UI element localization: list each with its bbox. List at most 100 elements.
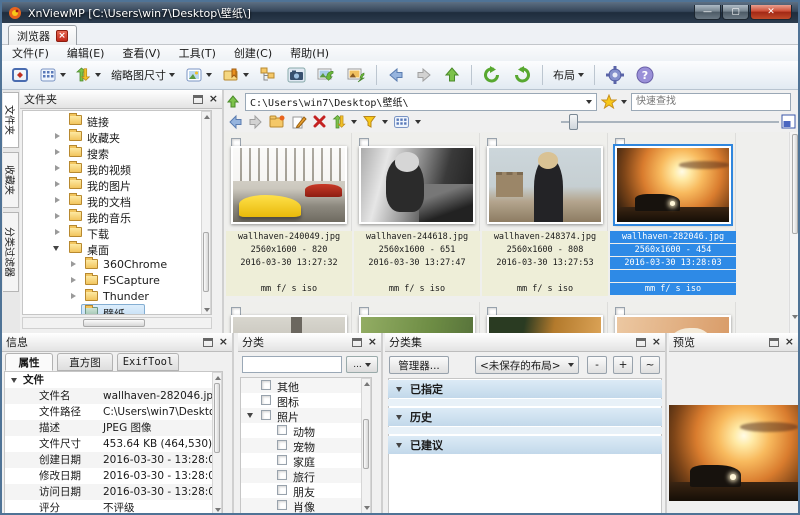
- favorites-star-icon[interactable]: [601, 94, 617, 109]
- float-panel-icon[interactable]: [203, 338, 213, 347]
- browser-sort-caret[interactable]: [351, 120, 357, 124]
- thumbnail-vscrollbar[interactable]: [789, 132, 800, 333]
- hierarchy-button[interactable]: [256, 63, 280, 87]
- tab-properties[interactable]: 属性: [5, 353, 53, 371]
- thumbnail-cell-7[interactable]: [482, 302, 608, 333]
- minimize-button[interactable]: —: [694, 5, 721, 20]
- address-up-icon[interactable]: [225, 94, 241, 110]
- manager-button[interactable]: 管理器...: [389, 356, 449, 374]
- float-panel-icon[interactable]: [193, 95, 203, 104]
- folder-item-favorites[interactable]: 收藏夹: [23, 128, 211, 144]
- category-other[interactable]: 其他: [241, 378, 371, 393]
- close-panel-icon[interactable]: ×: [209, 94, 218, 104]
- close-panel-icon[interactable]: ×: [652, 337, 661, 347]
- category-filter-input[interactable]: [242, 356, 342, 373]
- tab-browser[interactable]: 浏览器 ×: [8, 25, 77, 45]
- tilde-button[interactable]: ~: [640, 356, 660, 374]
- menu-help[interactable]: 帮助(H): [290, 45, 329, 61]
- folder-item-downloads[interactable]: 下载: [23, 224, 211, 240]
- side-tab-favorites[interactable]: 收藏夹: [3, 152, 19, 208]
- edit-icon[interactable]: [291, 114, 307, 129]
- menu-view[interactable]: 查看(V): [122, 45, 160, 61]
- folder-item-my-documents[interactable]: 我的文档: [23, 192, 211, 208]
- tab-close-icon[interactable]: ×: [56, 30, 68, 42]
- category-travel[interactable]: 旅行: [241, 468, 371, 483]
- thumb-size-slider-track[interactable]: [561, 121, 779, 123]
- layout-button[interactable]: 布局: [550, 63, 587, 87]
- browser-back-icon[interactable]: [227, 114, 243, 130]
- section-assigned[interactable]: 已指定: [388, 380, 662, 398]
- rotate-cw-button[interactable]: [509, 63, 535, 87]
- float-panel-icon[interactable]: [769, 338, 779, 347]
- folder-tree-vscrollbar[interactable]: [201, 111, 211, 315]
- forward-button[interactable]: [412, 63, 436, 87]
- folder-item-search[interactable]: 搜索: [23, 144, 211, 160]
- side-tab-category-filter[interactable]: 分类过滤器: [3, 212, 19, 292]
- browser-sort-icon[interactable]: [332, 114, 346, 130]
- back-button[interactable]: [384, 63, 408, 87]
- new-folder-icon[interactable]: [269, 114, 286, 129]
- filter-funnel-icon[interactable]: [362, 114, 377, 129]
- category-photos[interactable]: 照片: [241, 408, 371, 423]
- maximize-button[interactable]: ▢: [722, 5, 749, 20]
- close-panel-icon[interactable]: ×: [785, 337, 794, 347]
- thumbnail-cell-6[interactable]: [354, 302, 480, 333]
- folder-tree-hscrollbar[interactable]: [22, 317, 212, 329]
- add-set-button[interactable]: +: [613, 356, 633, 374]
- filter-caret[interactable]: [382, 120, 388, 124]
- category-friends[interactable]: 朋友: [241, 483, 371, 498]
- folder-item-my-pictures[interactable]: 我的图片: [23, 176, 211, 192]
- address-path-combo[interactable]: C:\Users\win7\Desktop\壁纸\: [245, 93, 597, 111]
- slideshow-button[interactable]: [182, 63, 215, 87]
- folder-item-my-music[interactable]: 我的音乐: [23, 208, 211, 224]
- thumbnail-cell-4-selected[interactable]: wallhaven-282046.jpg2560x1600 - 4542016-…: [610, 133, 736, 296]
- settings-button[interactable]: [602, 63, 628, 87]
- category-more-button[interactable]: ...: [346, 356, 378, 373]
- category-family[interactable]: 家庭: [241, 453, 371, 468]
- delete-icon[interactable]: [312, 114, 327, 129]
- browser-view-caret[interactable]: [415, 120, 421, 124]
- export-button[interactable]: [343, 63, 369, 87]
- close-panel-icon[interactable]: ×: [219, 337, 228, 347]
- panel-toggle-icon[interactable]: [781, 114, 796, 129]
- camera-import-button[interactable]: [284, 63, 309, 87]
- menu-edit[interactable]: 编辑(E): [67, 45, 105, 61]
- folder-item-links[interactable]: 链接: [23, 112, 211, 128]
- rotate-ccw-button[interactable]: [479, 63, 505, 87]
- folder-item-my-videos[interactable]: 我的视频: [23, 160, 211, 176]
- layout-combo[interactable]: <未保存的布局>: [475, 356, 579, 374]
- thumbnail-cell-1[interactable]: wallhaven-240049.jpg2560x1600 - 8202016-…: [226, 133, 352, 296]
- thumbnail-cell-3[interactable]: wallhaven-248374.jpg2560x1600 - 8082016-…: [482, 133, 608, 296]
- remove-set-button[interactable]: -: [587, 356, 607, 374]
- thumb-size-slider-knob[interactable]: [569, 114, 578, 130]
- help-button[interactable]: ?: [632, 63, 658, 87]
- title-bar[interactable]: XnViewMP [C:\Users\win7\Desktop\壁纸\] — ▢…: [2, 2, 798, 23]
- menu-file[interactable]: 文件(F): [12, 45, 49, 61]
- thumbnail-cell-2[interactable]: wallhaven-244618.jpg2560x1600 - 6512016-…: [354, 133, 480, 296]
- category-vscrollbar[interactable]: [361, 378, 371, 514]
- favorites-caret[interactable]: [621, 100, 627, 104]
- folder-item-360chrome[interactable]: 360Chrome: [23, 256, 211, 272]
- quick-search-input[interactable]: [631, 93, 791, 111]
- up-button[interactable]: [440, 63, 464, 87]
- section-suggested[interactable]: 已建议: [388, 436, 662, 454]
- folder-item-desktop[interactable]: 桌面: [23, 240, 211, 256]
- folder-item-thunder[interactable]: Thunder: [23, 288, 211, 304]
- tab-exiftool[interactable]: ExifTool: [117, 353, 179, 371]
- close-panel-icon[interactable]: ×: [368, 337, 377, 347]
- info-vscrollbar[interactable]: [212, 372, 222, 515]
- import-button[interactable]: [313, 63, 339, 87]
- float-panel-icon[interactable]: [636, 338, 646, 347]
- side-tab-folders[interactable]: 文件夹: [3, 92, 19, 148]
- category-portrait[interactable]: 肖像: [241, 498, 371, 513]
- fullscreen-button[interactable]: [8, 63, 32, 87]
- view-mode-button[interactable]: [36, 63, 69, 87]
- folder-item-fscapture[interactable]: FSCapture: [23, 272, 211, 288]
- browser-view-icon[interactable]: [393, 114, 410, 130]
- category-pets[interactable]: 宠物: [241, 438, 371, 453]
- thumbnail-cell-8[interactable]: [610, 302, 736, 333]
- folder-item-wallpaper-selected[interactable]: 壁纸: [23, 304, 211, 315]
- thumbnail-cell-5[interactable]: [226, 302, 352, 333]
- tab-histogram[interactable]: 直方图: [57, 353, 113, 371]
- float-panel-icon[interactable]: [352, 338, 362, 347]
